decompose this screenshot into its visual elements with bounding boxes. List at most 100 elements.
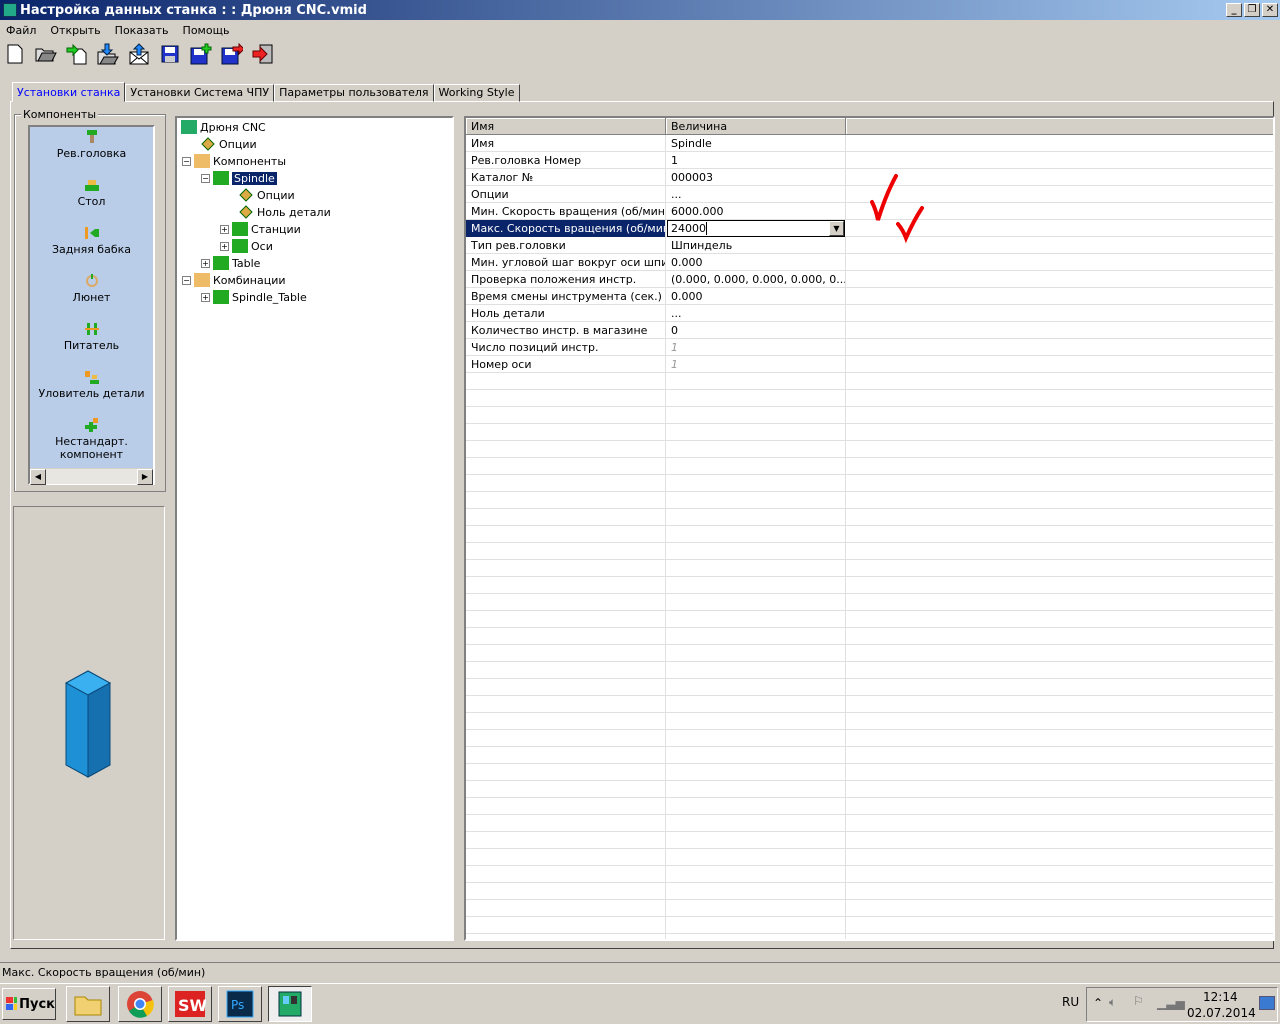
tree-node[interactable]: − Комбинации [182,272,286,288]
property-row[interactable]: Рев.головка Номер 1 [466,152,1273,169]
property-value[interactable]: Шпиндель [666,237,846,254]
collapse-icon[interactable]: − [201,173,210,183]
tree-node[interactable]: Опции [238,187,295,203]
tree-node-icon [213,256,229,270]
show-desktop-icon[interactable] [1259,996,1275,1010]
property-row[interactable]: Имя Spindle [466,135,1273,152]
save-add-icon[interactable] [190,43,212,65]
column-header-name[interactable]: Имя [466,118,666,135]
property-value[interactable]: ... [666,305,846,322]
scroll-left-button[interactable]: ◀ [30,469,46,485]
palette-table[interactable]: Стол [30,178,153,208]
tree-node[interactable]: + Spindle_Table [201,289,307,305]
export-mail-icon[interactable] [128,43,150,65]
action-center-flag-icon[interactable]: ⚐ [1133,994,1144,1008]
property-value[interactable]: 000003 [666,169,846,186]
new-icon[interactable] [4,43,26,65]
menu-view[interactable]: Показать [115,24,169,37]
property-value[interactable]: 6000.000 [666,203,846,220]
scroll-right-button[interactable]: ▶ [137,469,153,485]
tree-node-label: Опции [219,137,257,151]
tab-working-style[interactable]: Working Style [433,84,520,102]
close-button[interactable]: ✕ [1262,3,1278,17]
property-value[interactable]: 1 [666,339,846,356]
tree-node[interactable]: Ноль детали [238,204,331,220]
volume-icon[interactable]: 🔈︎ [1109,995,1116,1010]
toolbar [4,43,274,65]
tree-node[interactable]: − Компоненты [182,153,286,169]
collapse-icon[interactable]: − [182,156,191,166]
import-icon[interactable] [66,43,88,65]
tree-node-label: Комбинации [213,273,286,287]
property-name: Номер оси [466,356,666,373]
tree-node[interactable]: Дрюня CNC [181,119,266,135]
palette-feeder[interactable]: Питатель [30,322,153,352]
tree-node[interactable]: Опции [200,136,257,152]
property-row[interactable]: Количество инстр. в магазине 0 [466,322,1273,339]
property-row[interactable]: Ноль детали... [466,305,1273,322]
tree-node-label: Дрюня CNC [200,120,266,134]
clock-date[interactable]: 02.07.2014 [1187,1006,1256,1020]
property-row[interactable]: Проверка положения инстр. (0.000, 0.000, … [466,271,1273,288]
tree-node[interactable]: − Spindle [201,170,277,186]
load-icon[interactable] [97,43,119,65]
tab-machine-settings[interactable]: Установки станка [12,82,126,102]
palette-steady-rest[interactable]: Люнет [30,274,153,304]
expand-icon[interactable]: + [201,292,210,302]
tailstock-icon [84,227,99,239]
column-header-value[interactable]: Величина [666,118,846,135]
collapse-icon[interactable]: − [182,275,191,285]
property-row[interactable]: Время смены инструмента (сек.) 0.000 [466,288,1273,305]
property-value[interactable]: 0.000 [666,254,846,271]
property-value-input[interactable]: 24000 [671,222,707,235]
property-name: Количество инстр. в магазине [466,322,666,339]
show-hidden-icons-icon[interactable]: ⌃ [1093,996,1103,1010]
network-signal-icon[interactable]: ▁▃▅ [1157,996,1185,1010]
tree-node[interactable]: + Станции [220,221,301,237]
svg-text:Ps: Ps [231,998,244,1012]
language-indicator[interactable]: RU [1062,995,1079,1009]
tree-node[interactable]: + Оси [220,238,273,254]
clock-time[interactable]: 12:14 [1203,990,1238,1004]
taskbar-machine-setup[interactable] [268,986,312,1022]
tab-user-parameters[interactable]: Параметры пользователя [274,84,434,102]
palette-scrollbar[interactable]: ◀ ▶ [30,468,153,485]
property-row[interactable]: Номер оси 1 [466,356,1273,373]
property-row[interactable]: Мин. угловой шаг вокруг оси шпин... 0.000 [466,254,1273,271]
taskbar-chrome[interactable] [118,986,162,1022]
palette-turret[interactable]: Рев.головка [30,130,153,160]
palette-tailstock[interactable]: Задняя бабка [30,226,153,256]
restore-button[interactable]: ❐ [1244,3,1260,17]
property-value[interactable]: 1 [666,356,846,373]
save-icon[interactable] [159,43,181,65]
property-row[interactable]: Число позиций инстр. 1 [466,339,1273,356]
expand-icon[interactable]: + [220,224,229,234]
menu-open[interactable]: Открыть [50,24,100,37]
expand-icon[interactable]: + [220,241,229,251]
taskbar-solidworks[interactable]: SW [168,986,212,1022]
start-button[interactable]: Пуск [2,988,56,1020]
chevron-down-icon[interactable]: ▼ [829,221,844,236]
save-as-icon[interactable] [221,43,243,65]
open-icon[interactable] [35,43,57,65]
windows-logo-icon [6,997,18,1010]
property-value[interactable]: 0 [666,322,846,339]
menu-help[interactable]: Помощь [183,24,230,37]
taskbar-explorer[interactable] [66,986,110,1022]
property-value[interactable]: (0.000, 0.000, 0.000, 0.000, 0.... [666,271,846,288]
property-value[interactable]: Spindle [666,135,846,152]
expand-icon[interactable]: + [201,258,210,268]
property-value[interactable]: ... [666,186,846,203]
taskbar-photoshop[interactable]: Ps [218,986,262,1022]
max-speed-combo-input[interactable]: 24000 ▼ [667,220,845,237]
property-value[interactable]: 0.000 [666,288,846,305]
minimize-button[interactable]: _ [1226,3,1242,17]
palette-custom-component[interactable]: Нестандарт. компонент [30,418,153,461]
menu-file[interactable]: Файл [6,24,36,37]
tree-node-label: Table [232,256,261,270]
tree-node[interactable]: + Table [201,255,260,271]
palette-part-catcher[interactable]: Уловитель детали [30,370,153,400]
exit-icon[interactable] [252,43,274,65]
tab-cnc-settings[interactable]: Установки Система ЧПУ [125,84,275,102]
property-value[interactable]: 1 [666,152,846,169]
